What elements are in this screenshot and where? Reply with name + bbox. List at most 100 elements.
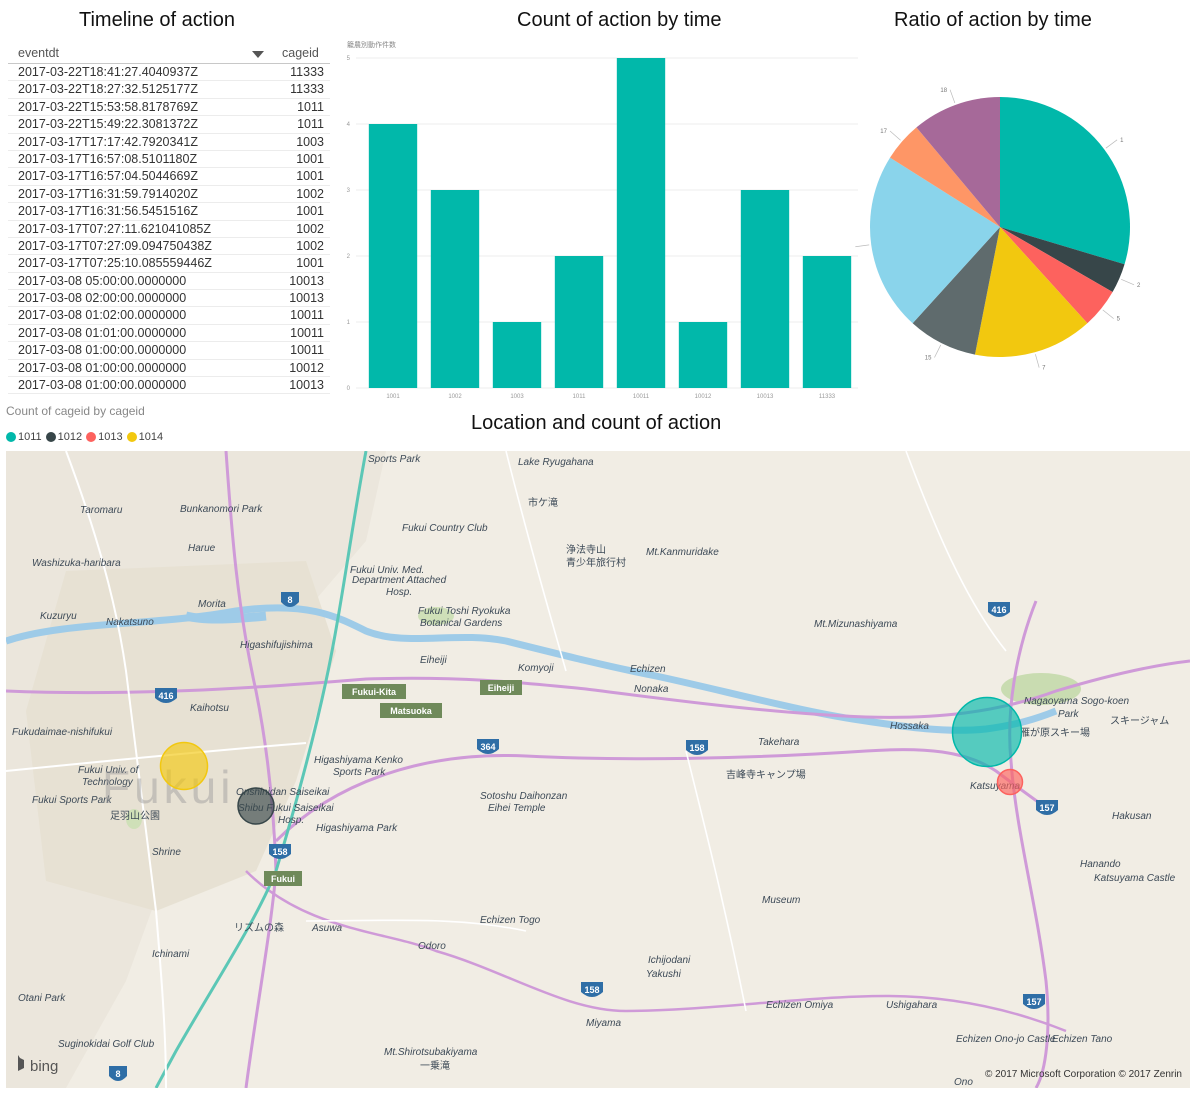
- river: [184, 611, 267, 624]
- map-place-label: Nakatsuno: [106, 617, 154, 628]
- table-row[interactable]: 2017-03-08 01:01:00.0000000 10011: [8, 325, 330, 343]
- table-row[interactable]: 2017-03-17T16:57:04.5044669Z 1001: [8, 168, 330, 186]
- route-shield-label: 158: [272, 847, 287, 857]
- cageid-cell: 1001: [296, 169, 324, 184]
- table-row[interactable]: 2017-03-08 05:00:00.0000000 10013: [8, 273, 330, 291]
- map-place-label: 雁が原スキー場: [1020, 726, 1090, 739]
- map-place-label: Mt.Mizunashiyama: [814, 619, 898, 630]
- eventdt-cell: 2017-03-08 05:00:00.0000000: [18, 273, 187, 288]
- map-place-label: Kaihotsu: [190, 703, 229, 714]
- station-label: Matsuoka: [390, 706, 433, 716]
- table-row[interactable]: 2017-03-08 01:00:00.0000000 10012: [8, 360, 330, 378]
- bubble-cageid-1011[interactable]: [951, 696, 1023, 768]
- legend-dot-icon: [126, 432, 137, 442]
- leader-line: [889, 130, 901, 141]
- map-canvas[interactable]: 8 416 364 158 157 416 158 157 158 8 Fuku…: [6, 451, 1190, 1088]
- map-place-label: Takehara: [758, 737, 800, 748]
- map-place-label: Echizen Tano: [1052, 1034, 1113, 1045]
- map-place-label: Suginokidai Golf Club: [58, 1039, 155, 1050]
- y-tick-label: 4: [347, 122, 351, 128]
- eventdt-cell: 2017-03-17T16:57:08.5101180Z: [18, 151, 198, 166]
- table-row[interactable]: 2017-03-22T18:41:27.4040937Z 11333: [8, 64, 330, 82]
- table-row[interactable]: 2017-03-17T07:27:11.621041085Z 1002: [8, 221, 330, 238]
- bubble-cageid-1014[interactable]: [159, 741, 209, 791]
- map-place-label: Mt.Shirotsubakiyama: [384, 1047, 478, 1058]
- eventdt-cell: 2017-03-22T15:49:22.3081372Z: [18, 117, 199, 132]
- table-row[interactable]: 2017-03-17T16:57:08.5101180Z 1001: [8, 151, 330, 169]
- map-place-label: Hossaka: [890, 721, 929, 732]
- map-place-label: Otani Park: [18, 993, 66, 1004]
- x-tick-label: 11333: [819, 394, 836, 400]
- bar-1002[interactable]: [430, 190, 480, 388]
- table-row[interactable]: 2017-03-08 01:00:00.0000000 10013: [8, 377, 330, 395]
- map-place-label: リズムの森: [234, 921, 284, 934]
- eventdt-cell: 2017-03-08 01:00:00.0000000: [18, 343, 187, 358]
- table-row[interactable]: 2017-03-22T15:49:22.3081372Z 1011: [8, 116, 330, 134]
- count-chart-title: Count of action by time: [517, 9, 722, 31]
- legend-item-1013[interactable]: 1013: [86, 431, 123, 443]
- route-shield-label: 8: [287, 595, 292, 605]
- table-row[interactable]: 2017-03-17T07:27:09.094750438Z 1002: [8, 238, 330, 256]
- legend-item-1011[interactable]: 1011: [6, 431, 42, 443]
- map-place-label: Echizen Ono-jo Castle: [956, 1034, 1056, 1045]
- table-row[interactable]: 2017-03-17T17:17:42.7920341Z 1003: [8, 134, 330, 151]
- bubble-cageid-1013[interactable]: [996, 768, 1024, 796]
- map-place-label: Museum: [762, 895, 800, 906]
- map-place-label: Fukudaimae-nishifukui: [12, 727, 113, 738]
- map-place-label: Kuzuryu: [40, 611, 77, 622]
- table-row[interactable]: 2017-03-22T18:27:32.5125177Z 11333: [8, 81, 330, 99]
- timeline-title: Timeline of action: [79, 9, 235, 31]
- eventdt-cell: 2017-03-08 01:02:00.0000000: [18, 308, 187, 323]
- sort-descending-icon[interactable]: [252, 51, 264, 58]
- map-place-label: Nonaka: [634, 684, 669, 695]
- cageid-cell: 1011: [297, 99, 324, 114]
- column-header-cageid[interactable]: cageid: [270, 46, 330, 63]
- table-header: eventdt cageid: [8, 46, 330, 64]
- map-place-label: Yakushi: [646, 969, 682, 980]
- leader-line: [1105, 139, 1118, 149]
- column-header-eventdt[interactable]: eventdt: [8, 46, 270, 63]
- table-row[interactable]: 2017-03-08 02:00:00.0000000 10013: [8, 290, 330, 308]
- bar-1003[interactable]: [492, 322, 542, 388]
- pie-data-label: 7: [1042, 366, 1046, 372]
- x-tick-label: 1003: [510, 394, 524, 400]
- table-row[interactable]: 2017-03-17T07:25:10.085559446Z 1001: [8, 255, 330, 273]
- table-row[interactable]: 2017-03-17T16:31:59.7914020Z 1002: [8, 186, 330, 204]
- cageid-cell: 1001: [296, 151, 324, 166]
- map-place-label: 青少年旅行村: [566, 556, 626, 569]
- legend-item-1012[interactable]: 1012: [45, 431, 82, 443]
- table-row[interactable]: 2017-03-22T15:53:58.8178769Z 1011: [8, 99, 330, 117]
- table-row[interactable]: 2017-03-08 01:02:00.0000000 10011: [8, 307, 330, 325]
- map-place-label: Echizen Togo: [480, 915, 541, 926]
- bar-1011[interactable]: [554, 256, 604, 388]
- map-place-label: Hosp.: [386, 587, 412, 598]
- table-row[interactable]: 2017-03-17T16:31:56.5451516Z 1001: [8, 203, 330, 221]
- map-place-label: Washizuka-haribara: [32, 558, 121, 569]
- x-tick-label: 1002: [448, 394, 462, 400]
- route-shield-label: 416: [991, 605, 1006, 615]
- table-row[interactable]: 2017-03-08 01:00:00.0000000 10011: [8, 342, 330, 360]
- bar-10013[interactable]: [740, 190, 790, 388]
- bubble-cageid-1012[interactable]: [237, 787, 275, 825]
- leader-line: [1121, 278, 1135, 286]
- map-place-label: 市ケ滝: [528, 496, 558, 509]
- pie-data-label: 15: [925, 355, 932, 361]
- map-place-label: Park: [1058, 709, 1080, 720]
- map-visual[interactable]: 8 416 364 158 157 416 158 157 158 8 Fuku…: [6, 451, 1190, 1088]
- map-place-label: Higashiyama Kenko: [314, 755, 403, 766]
- map-copyright: © 2017 Microsoft Corporation © 2017 Zenr…: [985, 1069, 1182, 1080]
- y-tick-label: 2: [347, 254, 351, 260]
- cageid-cell: 10011: [290, 325, 324, 340]
- map-place-label: Echizen: [630, 664, 666, 675]
- map-place-label: Ichijodani: [648, 955, 691, 966]
- map-legend-title: Count of cageid by cageid: [6, 404, 145, 418]
- map-place-label: Shrine: [152, 847, 181, 858]
- map-place-label: Fukui Country Club: [402, 523, 488, 534]
- legend-item-1014[interactable]: 1014: [126, 431, 163, 443]
- station-label: Fukui: [271, 874, 295, 884]
- bar-1001[interactable]: [368, 124, 418, 388]
- bar-11333[interactable]: [802, 256, 852, 388]
- bar-10011[interactable]: [616, 58, 666, 388]
- bar-10012[interactable]: [678, 322, 728, 388]
- map-place-label: 一乗滝: [420, 1060, 450, 1072]
